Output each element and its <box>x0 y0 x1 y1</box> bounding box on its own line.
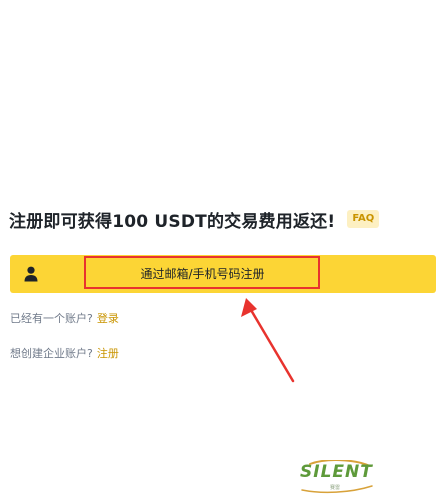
business-prompt-text: 想创建企业账户? <box>10 347 93 360</box>
user-icon <box>24 266 38 282</box>
promo-headline: 注册即可获得100 USDT的交易费用返还! <box>9 211 336 232</box>
register-button-label: 通过邮箱/手机号码注册 <box>140 267 265 281</box>
faq-link[interactable]: FAQ <box>347 210 380 228</box>
watermark-logo: SILENT 赛雷 <box>296 460 378 494</box>
login-prompt-text: 已经有一个账户? <box>10 312 93 325</box>
watermark-subtext: 赛雷 <box>330 485 341 491</box>
promo-headline-row: 注册即可获得100 USDT的交易费用返还! FAQ <box>9 204 380 234</box>
annotation-arrow <box>241 298 295 383</box>
business-register-link[interactable]: 注册 <box>97 347 119 360</box>
login-prompt: 已经有一个账户? 登录 <box>10 312 119 326</box>
login-link[interactable]: 登录 <box>97 312 119 325</box>
business-account-prompt: 想创建企业账户? 注册 <box>10 347 119 361</box>
watermark-text: SILENT <box>300 462 373 482</box>
register-with-email-phone-button[interactable]: 通过邮箱/手机号码注册 <box>10 255 436 293</box>
